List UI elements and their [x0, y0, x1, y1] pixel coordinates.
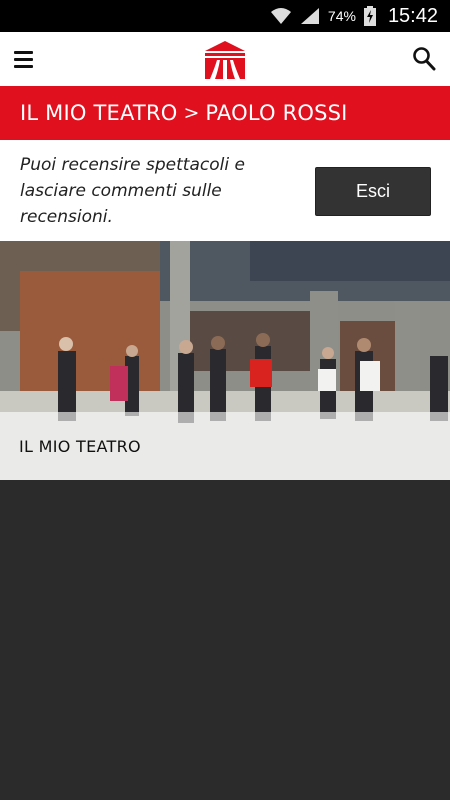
hero-card[interactable]: IL MIO TEATRO — [0, 241, 450, 480]
breadcrumb-user-name: PAOLO ROSSI — [205, 101, 348, 125]
wifi-icon — [270, 8, 291, 24]
search-icon[interactable] — [412, 46, 436, 72]
hero-caption: IL MIO TEATRO — [19, 436, 141, 456]
page-title: IL MIO TEATRO > PAOLO ROSSI — [0, 86, 450, 140]
status-bar: 74% 15:42 — [0, 0, 450, 32]
clock: 15:42 — [387, 4, 438, 27]
battery-charging-icon — [363, 6, 376, 26]
signal-icon — [300, 8, 319, 24]
hero-caption-bar: IL MIO TEATRO — [0, 412, 450, 480]
breadcrumb-section[interactable]: IL MIO TEATRO — [20, 101, 177, 125]
menu-icon[interactable] — [14, 46, 42, 72]
info-panel: Puoi recensire spettacoli e lasciare com… — [0, 140, 450, 241]
content-background — [0, 480, 450, 800]
battery-percent: 74% — [327, 8, 356, 24]
theatre-logo-icon[interactable] — [203, 39, 247, 79]
exit-button[interactable]: Esci — [315, 167, 431, 216]
app-bar — [0, 32, 450, 86]
breadcrumb-separator: > — [183, 102, 200, 124]
info-message: Puoi recensire spettacoli e lasciare com… — [20, 155, 245, 227]
